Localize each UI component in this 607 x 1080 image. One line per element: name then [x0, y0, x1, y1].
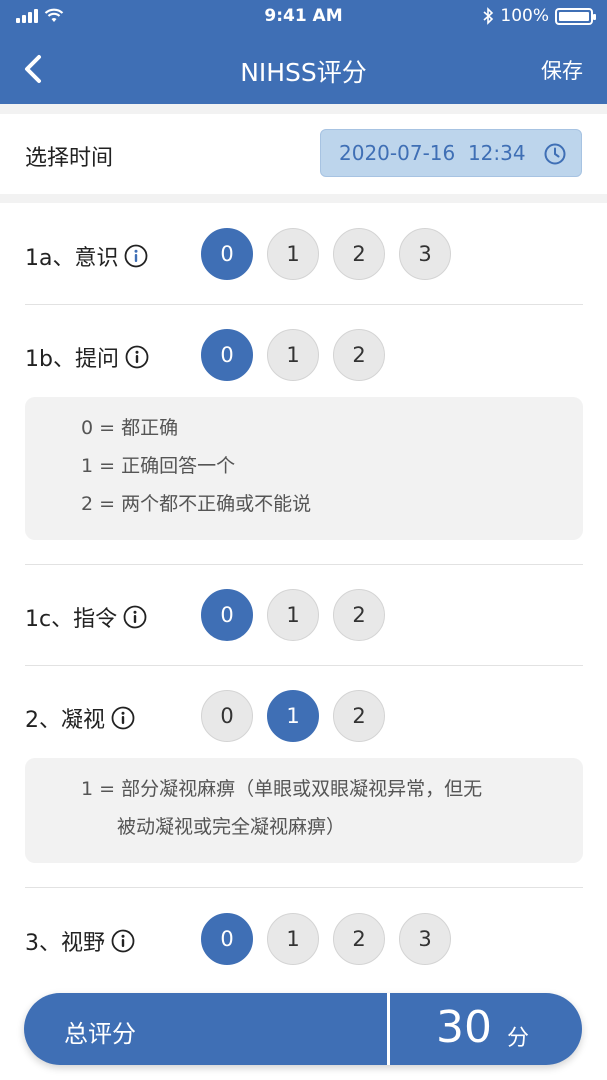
item-note-2: 1 = 部分凝视麻痹（单眼或双眼凝视异常，但无 被动凝视或完全凝视麻痹） — [25, 758, 583, 863]
item-label: 1b、提问 — [25, 341, 149, 373]
item-label: 3、视野 — [25, 925, 135, 957]
item-note-1b: 0 = 都正确 1 = 正确回答一个 2 = 两个都不正确或不能说 — [25, 397, 583, 540]
option-group: 0 1 2 — [201, 329, 385, 381]
item-label-text: 2、凝视 — [25, 708, 105, 733]
option-2[interactable]: 2 — [333, 589, 385, 641]
app-header: 9:41 AM 100% NIHSS评分 保存 — [0, 0, 607, 104]
item-label-text: 3、视野 — [25, 931, 105, 956]
divider — [25, 665, 583, 666]
option-0[interactable]: 0 — [201, 690, 253, 742]
info-icon[interactable] — [111, 929, 135, 953]
nav-bar: NIHSS评分 保存 — [0, 34, 607, 104]
bluetooth-icon — [483, 7, 494, 25]
item-label-text: 1a、意识 — [25, 246, 119, 271]
score-item-2: 2、凝视 0 1 2 — [25, 690, 583, 742]
battery-icon — [555, 7, 596, 25]
battery-percent: 100% — [500, 6, 549, 26]
option-0[interactable]: 0 — [201, 913, 253, 965]
option-1[interactable]: 1 — [267, 329, 319, 381]
info-icon[interactable] — [125, 345, 149, 369]
option-0[interactable]: 0 — [201, 589, 253, 641]
total-score-bar: 总评分 30 分 — [24, 993, 582, 1065]
option-2[interactable]: 2 — [333, 228, 385, 280]
option-1[interactable]: 1 — [267, 589, 319, 641]
time-select-label: 选择时间 — [25, 146, 114, 171]
note-line: 1 = 正确回答一个 — [81, 455, 236, 477]
total-score-label: 总评分 — [64, 1020, 136, 1048]
option-2[interactable]: 2 — [333, 329, 385, 381]
score-item-3: 3、视野 0 1 2 3 — [25, 913, 583, 965]
option-1[interactable]: 1 — [267, 690, 319, 742]
item-label: 2、凝视 — [25, 702, 135, 734]
divider — [387, 993, 390, 1065]
option-0[interactable]: 0 — [201, 329, 253, 381]
page-title: NIHSS评分 — [240, 58, 367, 87]
save-button[interactable]: 保存 — [541, 55, 583, 85]
info-icon[interactable] — [124, 244, 148, 268]
score-item-1a: 1a、意识 0 1 2 3 — [25, 228, 583, 280]
info-icon[interactable] — [111, 706, 135, 730]
divider — [25, 304, 583, 305]
section-gap — [0, 194, 607, 203]
option-group: 0 1 2 3 — [201, 913, 451, 965]
clock-icon — [544, 143, 566, 165]
time-picker-button[interactable]: 2020-07-16 12:34 — [320, 129, 582, 177]
item-label: 1a、意识 — [25, 240, 148, 272]
item-label-text: 1c、指令 — [25, 607, 118, 632]
divider — [25, 564, 583, 565]
option-2[interactable]: 2 — [333, 690, 385, 742]
info-icon[interactable] — [123, 605, 147, 629]
note-line: 2 = 两个都不正确或不能说 — [81, 493, 312, 515]
option-group: 0 1 2 — [201, 589, 385, 641]
option-group: 0 1 2 — [201, 690, 385, 742]
note-line: 被动凝视或完全凝视麻痹） — [117, 816, 346, 838]
note-line: 0 = 都正确 — [81, 417, 179, 439]
time-value: 2020-07-16 12:34 — [339, 141, 526, 165]
item-label-text: 1b、提问 — [25, 347, 119, 372]
option-1[interactable]: 1 — [267, 913, 319, 965]
option-1[interactable]: 1 — [267, 228, 319, 280]
option-3[interactable]: 3 — [399, 913, 451, 965]
score-item-1b: 1b、提问 0 1 2 — [25, 329, 583, 381]
total-score-unit: 分 — [507, 1026, 530, 1051]
option-2[interactable]: 2 — [333, 913, 385, 965]
score-item-1c: 1c、指令 0 1 2 — [25, 589, 583, 641]
option-0[interactable]: 0 — [201, 228, 253, 280]
option-3[interactable]: 3 — [399, 228, 451, 280]
item-label: 1c、指令 — [25, 601, 147, 633]
section-gap — [0, 104, 607, 114]
time-select-row: 选择时间 2020-07-16 12:34 — [0, 114, 607, 194]
status-bar: 9:41 AM 100% — [0, 0, 607, 34]
total-score-value: 30 — [436, 1002, 492, 1053]
status-right: 100% — [482, 6, 596, 26]
divider — [25, 887, 583, 888]
option-group: 0 1 2 3 — [201, 228, 451, 280]
note-line: 1 = 部分凝视麻痹（单眼或双眼凝视异常，但无 — [81, 778, 483, 800]
